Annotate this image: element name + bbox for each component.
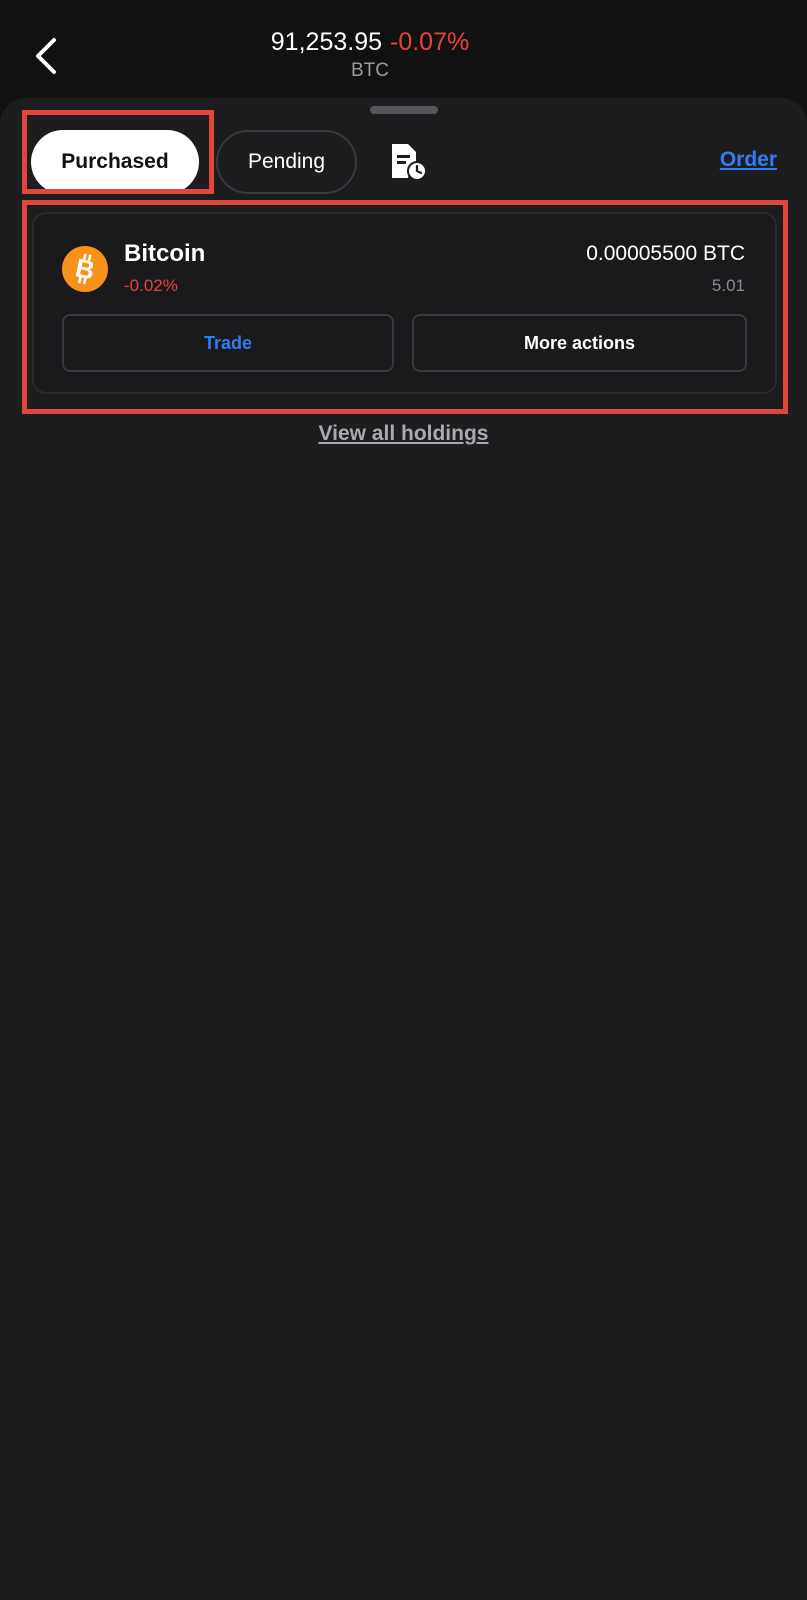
order-link[interactable]: Order — [720, 148, 777, 172]
tab-purchased[interactable]: Purchased — [31, 130, 199, 194]
tab-pending[interactable]: Pending — [216, 130, 357, 194]
header-change: -0.07% — [390, 28, 470, 56]
more-actions-button[interactable]: More actions — [412, 314, 747, 372]
coin-name: Bitcoin — [124, 240, 206, 267]
header-price: 91,253.95 — [270, 28, 382, 56]
holdings-sheet: Purchased Pending Order B Bitcoin -0.02%… — [0, 98, 807, 1600]
header-symbol: BTC — [351, 60, 389, 81]
top-bar: 91,253.95 -0.07% BTC — [0, 0, 807, 100]
view-all-holdings-link[interactable]: View all holdings — [0, 422, 807, 446]
order-history-button[interactable] — [388, 142, 428, 182]
trade-button[interactable]: Trade — [62, 314, 394, 372]
document-clock-icon — [392, 144, 427, 181]
coin-change: -0.02% — [124, 276, 178, 295]
coin-amount: 0.00005500 BTC — [586, 242, 745, 265]
bitcoin-icon: B — [62, 246, 108, 292]
coin-value: 5.01 — [711, 276, 745, 295]
sheet-grabber[interactable] — [370, 106, 438, 114]
header-ticker: 91,253.95 -0.07% BTC — [0, 26, 740, 84]
holding-card: B Bitcoin -0.02% 0.00005500 BTC 5.01 Tra… — [32, 212, 777, 394]
bitcoin-logo: B — [62, 246, 108, 292]
